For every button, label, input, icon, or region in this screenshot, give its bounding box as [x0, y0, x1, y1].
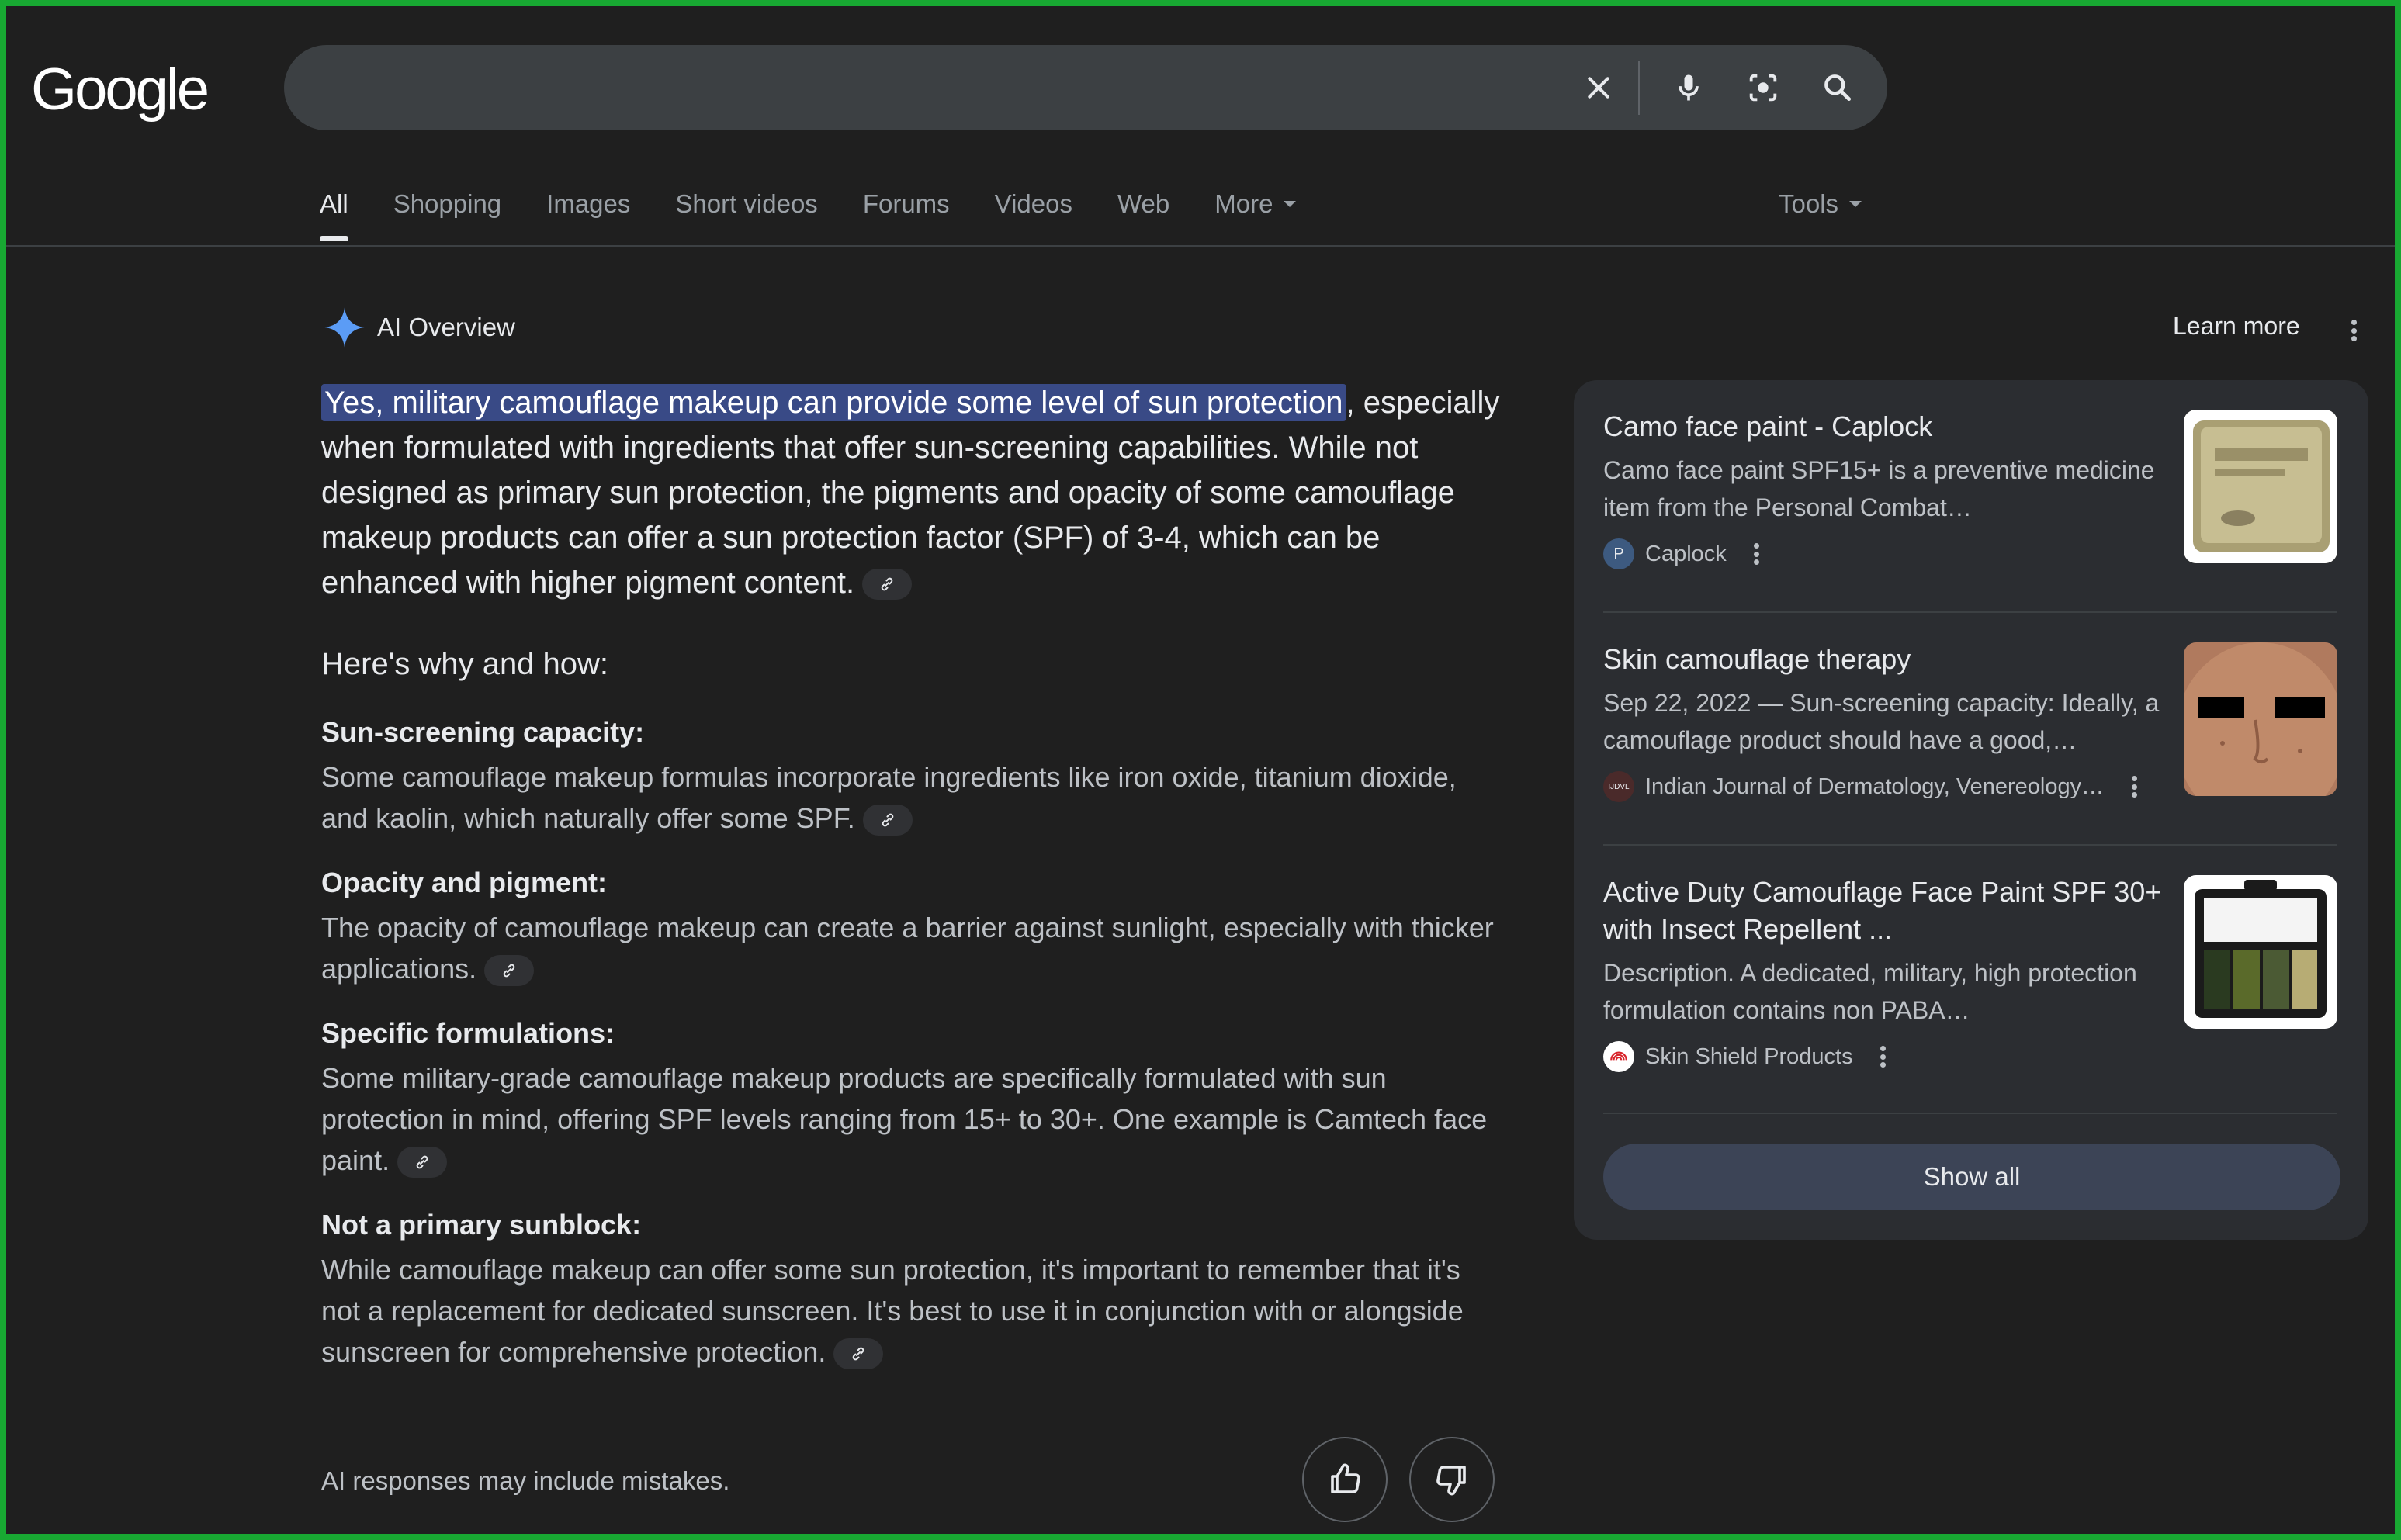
source-description: Camo face paint SPF15+ is a preventive m… [1603, 456, 2155, 521]
section-heading: Not a primary sunblock: [321, 1209, 642, 1241]
highlighted-answer: Yes, military camouflage makeup can prov… [321, 384, 1346, 421]
ijdvl-favicon: IJDVL [1603, 771, 1634, 802]
camo-tin-thumbnail[interactable] [2184, 410, 2337, 563]
link-chip[interactable] [862, 569, 913, 600]
more-options-icon[interactable] [1753, 543, 1761, 565]
face-paint-compact-image [2184, 875, 2337, 1029]
more-options-icon[interactable] [1880, 1046, 1887, 1068]
caplock-favicon: P [1603, 538, 1634, 569]
ai-overview-header: AI Overview [323, 306, 515, 349]
tab-shopping[interactable]: Shopping [393, 189, 501, 219]
link-chip[interactable] [862, 805, 913, 836]
search-tabs: All Shopping Images Short videos Forums … [320, 189, 1341, 244]
link-chip[interactable] [833, 1338, 884, 1370]
tab-all[interactable]: All [320, 189, 348, 241]
section-text: While camouflage makeup can offer some s… [321, 1249, 1501, 1372]
camo-tin-image [2184, 410, 2337, 563]
thumbs-up-icon [1331, 1463, 1360, 1493]
thumbs-down-icon [1436, 1466, 1466, 1496]
link-chip[interactable] [397, 1147, 448, 1178]
source-site: Skin Shield Products [1603, 1041, 2337, 1072]
tab-short-videos[interactable]: Short videos [675, 189, 817, 219]
tools-button[interactable]: Tools [1779, 189, 1862, 219]
link-icon [881, 578, 893, 591]
more-options-icon[interactable] [2130, 776, 2138, 798]
source-divider [1603, 844, 2337, 846]
ai-overview-title: AI Overview [377, 313, 515, 341]
source-title[interactable]: Camo face paint - Caplock [1603, 408, 2174, 445]
lens-icon[interactable] [1732, 45, 1794, 130]
thumbs-down-button[interactable] [1409, 1437, 1495, 1522]
search-icon[interactable] [1807, 45, 1869, 130]
lead-paragraph: Yes, military camouflage makeup can prov… [321, 380, 1501, 605]
face-thumbnail[interactable] [2184, 642, 2337, 796]
face-paint-compact-thumbnail[interactable] [2184, 875, 2337, 1029]
section-not-sunblock: Not a primary sunblock: While camouflage… [321, 1209, 1501, 1372]
microphone-icon[interactable] [1658, 45, 1720, 130]
link-chip[interactable] [484, 955, 535, 987]
tab-web[interactable]: Web [1117, 189, 1169, 219]
section-text: Some camouflage makeup formulas incorpor… [321, 756, 1501, 839]
source-title[interactable]: Skin camouflage therapy [1603, 641, 2174, 678]
source-item-ijdvl[interactable]: Skin camouflage therapy Sep 22, 2022 — S… [1603, 641, 2337, 802]
google-logo[interactable]: Google [31, 56, 210, 123]
search-bar[interactable] [284, 45, 1887, 130]
show-all-button[interactable]: Show all [1603, 1144, 2340, 1210]
site-name: Caplock [1645, 541, 1727, 566]
site-name: Skin Shield Products [1645, 1043, 1853, 1069]
search-divider [1638, 61, 1640, 115]
section-text: The opacity of camouflage makeup can cre… [321, 907, 1501, 989]
site-name: Indian Journal of Dermatology, Venereolo… [1645, 773, 2105, 799]
source-divider [1603, 1113, 2337, 1114]
clear-icon[interactable] [1568, 45, 1630, 130]
section-heading: Opacity and pigment: [321, 867, 608, 898]
sparkle-icon [324, 307, 365, 348]
source-description: Sep 22, 2022 — Sun-screening capacity: I… [1603, 689, 2160, 754]
tab-videos[interactable]: Videos [995, 189, 1072, 219]
caret-down-icon [1284, 201, 1297, 207]
link-icon [503, 964, 515, 978]
skin-shield-favicon [1603, 1041, 1634, 1072]
learn-more-link[interactable]: Learn more [2173, 312, 2300, 341]
section-opacity: Opacity and pigment: The opacity of camo… [321, 867, 1501, 989]
source-divider [1603, 611, 2337, 613]
ai-disclaimer: AI responses may include mistakes. [321, 1466, 730, 1495]
link-icon [853, 1348, 864, 1361]
tab-images[interactable]: Images [546, 189, 630, 219]
section-formulations: Specific formulations: Some military-gra… [321, 1017, 1501, 1181]
source-title[interactable]: Active Duty Camouflage Face Paint SPF 30… [1603, 874, 2174, 948]
search-input[interactable] [315, 61, 1529, 116]
section-text: Some military-grade camouflage makeup pr… [321, 1057, 1501, 1181]
face-image [2184, 642, 2337, 796]
caret-down-icon [1849, 201, 1862, 207]
section-heading: Specific formulations: [321, 1017, 615, 1049]
source-description: Description. A dedicated, military, high… [1603, 959, 2137, 1024]
section-heading: Sun-screening capacity: [321, 716, 645, 748]
sources-card: Camo face paint - Caplock Camo face pain… [1574, 380, 2368, 1240]
tab-forums[interactable]: Forums [863, 189, 950, 219]
ai-overview-body: Yes, military camouflage makeup can prov… [321, 380, 1501, 1400]
source-item-caplock[interactable]: Camo face paint - Caplock Camo face pain… [1603, 408, 2337, 569]
link-icon [416, 1156, 428, 1169]
link-icon [882, 814, 894, 827]
why-heading: Here's why and how: [321, 647, 609, 681]
thumbs-up-button[interactable] [1302, 1437, 1388, 1522]
more-options-icon[interactable] [2350, 315, 2358, 341]
source-item-skin-shield[interactable]: Active Duty Camouflage Face Paint SPF 30… [1603, 874, 2337, 1072]
section-sun-screening: Sun-screening capacity: Some camouflage … [321, 716, 1501, 839]
tab-more[interactable]: More [1214, 189, 1297, 219]
header-divider [6, 245, 2395, 247]
